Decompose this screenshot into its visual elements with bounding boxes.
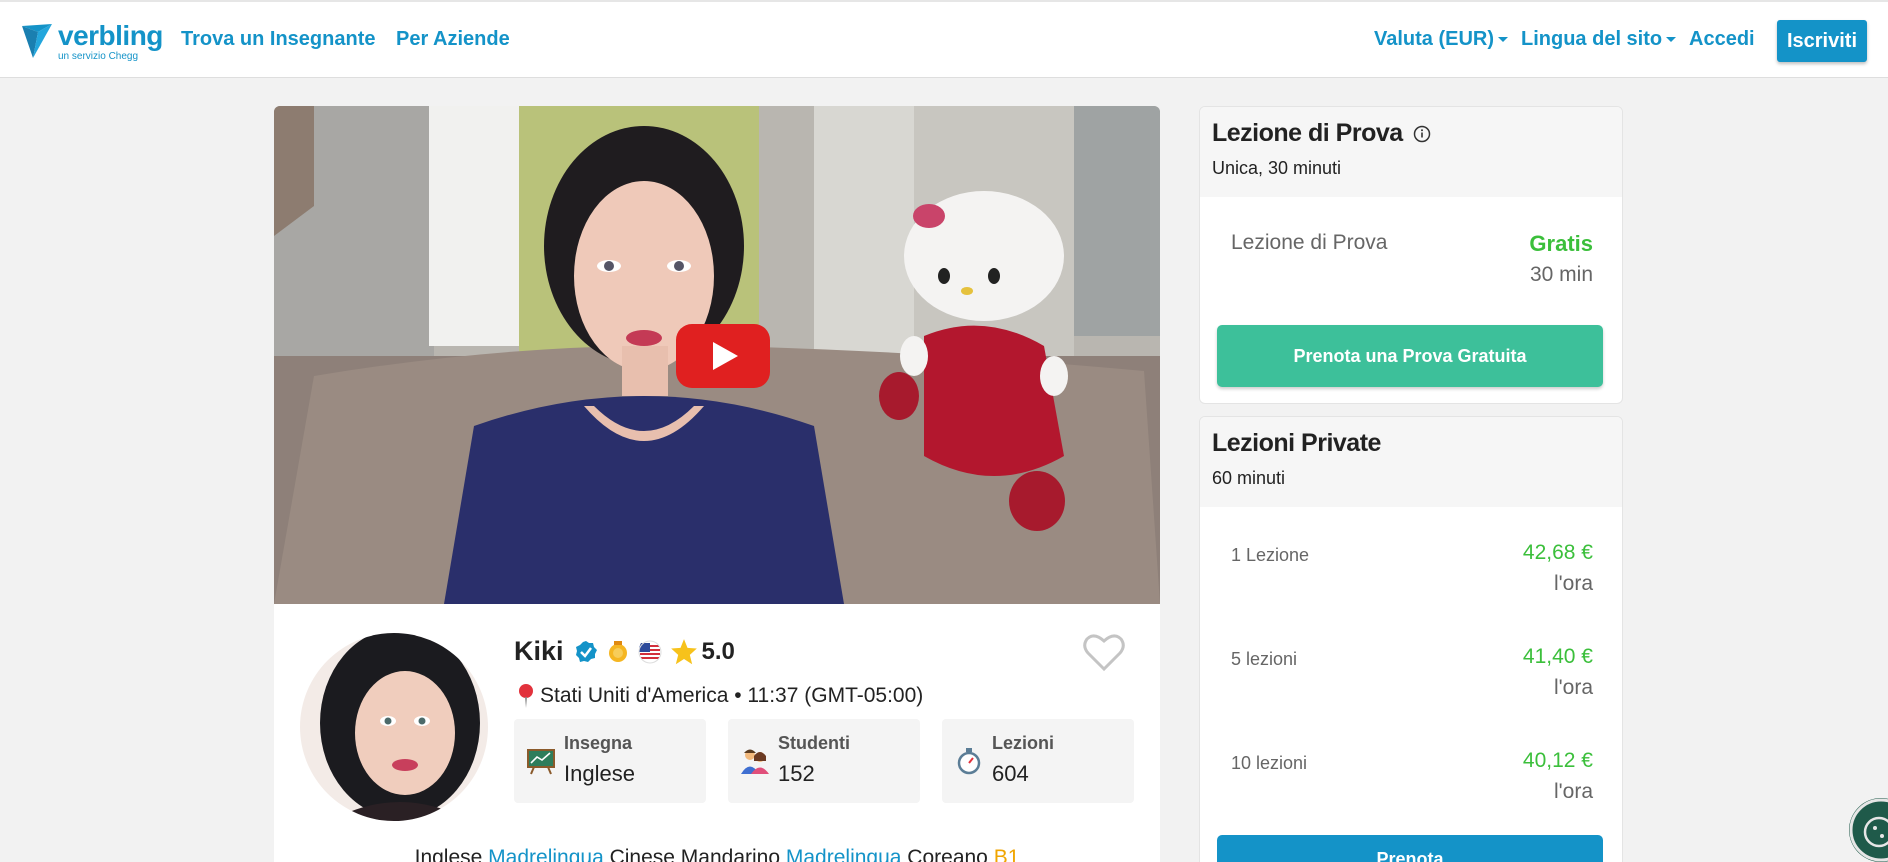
- book-lessons-button[interactable]: Prenota: [1217, 835, 1603, 862]
- teacher-name-row: Kiki 5.0: [514, 636, 735, 667]
- nav-business[interactable]: Per Aziende: [396, 28, 510, 51]
- price-duration: 30 min: [1529, 263, 1593, 286]
- package-row[interactable]: 10 lezioni 40,12 € l'ora: [1231, 749, 1593, 809]
- trial-price-row: Lezione di Prova Gratis 30 min: [1231, 231, 1593, 301]
- verified-badge-icon: [575, 640, 597, 662]
- star-icon: [670, 638, 697, 664]
- teacher-avatar: [300, 633, 488, 821]
- private-card-subtitle: 60 minuti: [1212, 468, 1286, 488]
- language-name: Coreano: [907, 846, 988, 862]
- stat-value: 152: [778, 761, 815, 786]
- trial-card-subtitle: Unica, 30 minuti: [1212, 158, 1342, 178]
- award-medal-icon: [608, 640, 627, 662]
- language-level: Madrelingua: [785, 846, 902, 862]
- teacher-location: Stati Uniti d'America • 11:37 (GMT-05:00…: [516, 683, 923, 709]
- spoken-languages: Inglese Madrelingua Cinese Mandarino Mad…: [274, 846, 1160, 862]
- location-text: Stati Uniti d'America • 11:37 (GMT-05:00…: [540, 684, 924, 707]
- package-unit: l'ora: [1553, 780, 1593, 803]
- login-link[interactable]: Accedi: [1689, 28, 1755, 51]
- stat-value: 604: [992, 761, 1029, 786]
- youtube-play-icon[interactable]: [676, 324, 770, 388]
- teacher-name: Kiki: [514, 636, 564, 666]
- trial-card-title: Lezione di Prova: [1212, 119, 1403, 147]
- logo-tagline: un servizio Chegg: [58, 51, 139, 62]
- private-lessons-card: Lezioni Private 60 minuti 1 Lezione 42,6…: [1199, 416, 1623, 862]
- intro-video[interactable]: [274, 106, 1160, 604]
- package-price: 41,40 €: [1522, 645, 1593, 668]
- language-level: Madrelingua: [488, 846, 604, 862]
- logo-wordmark: verbling: [58, 20, 163, 51]
- site-language-dropdown[interactable]: Lingua del sito: [1521, 28, 1677, 51]
- teacher-rating: 5.0: [701, 637, 735, 665]
- currency-label: Valuta (EUR): [1374, 28, 1495, 50]
- chevron-down-icon: [1498, 37, 1509, 43]
- stat-label: Lezioni: [992, 733, 1054, 753]
- package-label: 5 lezioni: [1231, 649, 1298, 669]
- language-name: Cinese Mandarino: [609, 846, 781, 862]
- info-icon[interactable]: [1413, 125, 1431, 143]
- price-value: Gratis: [1529, 231, 1593, 256]
- signup-button[interactable]: Iscriviti: [1777, 20, 1867, 62]
- stopwatch-icon: [957, 748, 981, 775]
- students-icon: [741, 749, 769, 774]
- site-language-label: Lingua del sito: [1521, 28, 1663, 50]
- package-price: 40,12 €: [1522, 749, 1593, 772]
- nav-find-teacher[interactable]: Trova un Insegnante: [181, 28, 375, 51]
- package-row[interactable]: 5 lezioni 41,40 € l'ora: [1231, 645, 1593, 705]
- top-navigation-bar: verbling un servizio Chegg Trova un Inse…: [0, 0, 1888, 78]
- stat-label: Studenti: [778, 733, 850, 753]
- price-label: Lezione di Prova: [1231, 231, 1388, 254]
- verbling-logo-icon: [22, 24, 52, 58]
- stat-value: Inglese: [564, 761, 635, 786]
- stat-students: Studenti 152: [728, 719, 920, 803]
- package-label: 1 Lezione: [1231, 545, 1310, 565]
- stat-lessons: Lezioni 604: [942, 719, 1134, 803]
- book-free-trial-button[interactable]: Prenota una Prova Gratuita: [1217, 325, 1603, 387]
- teacher-profile-card: Kiki 5.0 Stati Uniti d'America • 11:37 (…: [274, 106, 1160, 862]
- stat-label: Insegna: [564, 733, 633, 753]
- package-label: 10 lezioni: [1231, 753, 1308, 773]
- currency-dropdown[interactable]: Valuta (EUR): [1374, 28, 1509, 51]
- package-row[interactable]: 1 Lezione 42,68 € l'ora: [1231, 541, 1593, 601]
- stat-teaches: Insegna Inglese: [514, 719, 706, 803]
- location-pin-icon: [519, 684, 533, 708]
- language-level: B1: [993, 846, 1020, 862]
- cookie-icon: [1849, 798, 1888, 862]
- favorite-heart-icon[interactable]: [1082, 632, 1126, 672]
- teaching-board-icon: [527, 749, 555, 775]
- us-flag-icon: [638, 640, 662, 663]
- language-name: Inglese: [414, 846, 483, 862]
- package-price: 42,68 €: [1522, 541, 1593, 564]
- trial-lesson-card: Lezione di Prova Unica, 30 minuti Lezion…: [1199, 106, 1623, 404]
- verbling-logo[interactable]: verbling un servizio Chegg: [20, 22, 163, 62]
- package-unit: l'ora: [1553, 572, 1593, 595]
- package-unit: l'ora: [1553, 676, 1593, 699]
- cookie-settings-button[interactable]: [1849, 798, 1888, 862]
- chevron-down-icon: [1666, 37, 1677, 43]
- private-card-title: Lezioni Private: [1212, 429, 1381, 457]
